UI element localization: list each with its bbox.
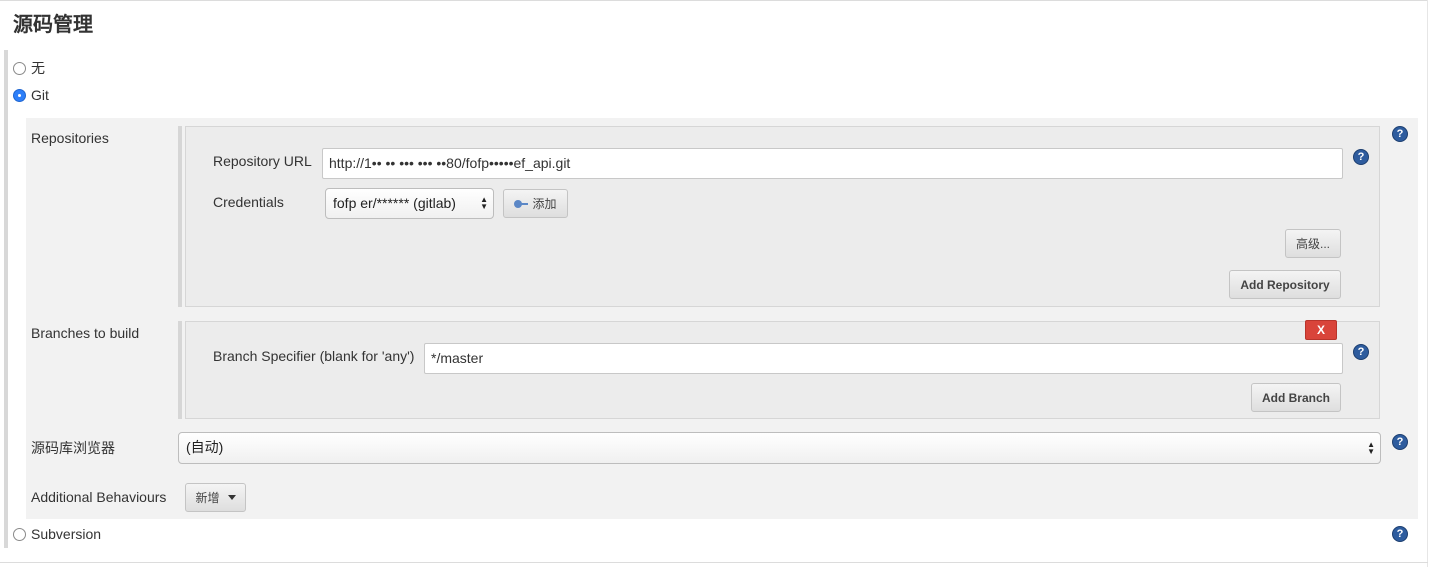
subversion-help-icon[interactable]: ?	[1392, 526, 1408, 542]
repository-url-label: Repository URL	[213, 153, 312, 169]
branches-label: Branches to build	[31, 325, 140, 341]
section-left-bar	[4, 50, 8, 548]
scm-option-git-label: Git	[31, 87, 49, 103]
credentials-label: Credentials	[213, 194, 284, 210]
scm-option-subversion[interactable]: Subversion	[13, 526, 101, 542]
repositories-help-icon[interactable]: ?	[1392, 126, 1408, 142]
caret-down-icon	[227, 495, 236, 500]
repository-browser-label: 源码库浏览器	[31, 440, 115, 456]
add-credentials-button[interactable]: 添加	[503, 189, 568, 218]
repository-browser-select[interactable]: (自动) ▲ ▼	[178, 432, 1381, 464]
repositories-label: Repositories	[31, 130, 109, 146]
select-arrows-icon: ▲ ▼	[1367, 440, 1375, 456]
add-branch-button[interactable]: Add Branch	[1251, 383, 1341, 412]
repository-url-help-icon[interactable]: ?	[1353, 149, 1369, 165]
radio-none[interactable]	[13, 61, 26, 75]
credentials-select[interactable]: fofp er/****** (gitlab) ▲ ▼	[325, 188, 494, 219]
delete-branch-button[interactable]: X	[1305, 320, 1337, 340]
add-repository-button[interactable]: Add Repository	[1229, 270, 1341, 299]
credentials-select-value: fofp er/****** (gitlab)	[333, 195, 456, 211]
scm-option-git[interactable]: Git	[13, 87, 49, 103]
key-icon	[514, 199, 529, 208]
frame-bottom-border	[0, 562, 1428, 563]
scm-option-subversion-label: Subversion	[31, 526, 102, 542]
advanced-button[interactable]: 高级...	[1285, 229, 1341, 258]
branch-specifier-help-icon[interactable]: ?	[1353, 344, 1369, 360]
add-behaviour-label: 新增	[195, 491, 220, 505]
frame-top-border	[0, 0, 1428, 1]
repositories-bar	[178, 126, 182, 307]
section-title: 源码管理	[13, 12, 93, 36]
scm-option-none-label: 无	[31, 60, 45, 76]
add-behaviour-button[interactable]: 新增	[185, 483, 246, 512]
radio-subversion[interactable]	[13, 527, 26, 541]
branches-bar	[178, 321, 182, 419]
branch-specifier-input[interactable]: */master	[424, 343, 1343, 374]
branch-specifier-label: Branch Specifier (blank for 'any')	[213, 348, 415, 364]
repository-browser-value: (自动)	[186, 439, 224, 455]
select-arrows-icon: ▲ ▼	[480, 195, 488, 211]
add-credentials-label: 添加	[532, 197, 557, 211]
repository-browser-help-icon[interactable]: ?	[1392, 434, 1408, 450]
scm-option-none[interactable]: 无	[13, 58, 45, 78]
radio-git[interactable]	[13, 88, 26, 102]
repository-url-input[interactable]: http://1•• •• ••• ••• ••80/fofp•••••ef_a…	[322, 148, 1343, 179]
frame-right-border	[1427, 0, 1428, 567]
additional-behaviours-label: Additional Behaviours	[31, 489, 167, 505]
